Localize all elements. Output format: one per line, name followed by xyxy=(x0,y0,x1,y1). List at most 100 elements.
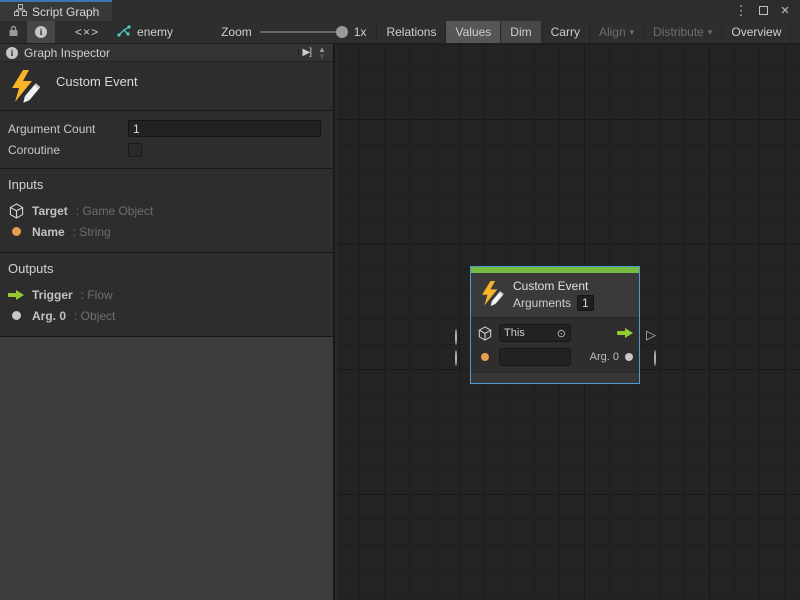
custom-event-node[interactable]: Custom Event Arguments 1 This xyxy=(470,266,640,384)
output-type: : Object xyxy=(74,309,115,323)
input-name: Name xyxy=(32,225,65,239)
maximize-icon xyxy=(759,6,768,15)
graph-hierarchy-icon xyxy=(14,4,27,19)
lock-icon xyxy=(8,25,19,40)
inspector-header-controls: ▶] ▲ ▼ xyxy=(298,46,329,60)
dim-button[interactable]: Dim xyxy=(501,21,541,43)
toolbar-buttons: Relations Values Dim Carry Align ▾ Distr… xyxy=(376,21,800,43)
graph-inspector-title: Graph Inspector xyxy=(24,46,110,60)
inputs-section: Inputs Target : Game Object Name : Strin… xyxy=(0,169,333,253)
carry-button[interactable]: Carry xyxy=(542,21,590,43)
target-object-field[interactable]: This ⊙ xyxy=(499,324,571,342)
outputs-heading: Outputs xyxy=(8,261,325,276)
output-port-trigger[interactable]: ▷ xyxy=(646,328,656,341)
input-type: : String xyxy=(73,225,111,239)
zoom-slider-knob[interactable] xyxy=(336,26,348,38)
event-title: Custom Event xyxy=(56,74,138,89)
distribute-dropdown-button[interactable]: Distribute ▾ xyxy=(644,21,722,43)
flow-arrow-icon xyxy=(8,290,24,300)
zoom-control: Zoom 1x xyxy=(183,21,376,43)
graph-inspector-header: i Graph Inspector ▶] ▲ ▼ xyxy=(0,44,333,62)
window-close-button[interactable]: × xyxy=(776,2,794,19)
node-footer xyxy=(471,372,639,383)
node-arguments: Arguments 1 xyxy=(513,295,594,311)
output-name: Trigger xyxy=(32,288,73,302)
cube-icon xyxy=(477,326,493,341)
window-maximize-button[interactable] xyxy=(754,2,772,19)
zoom-slider[interactable] xyxy=(260,31,346,33)
input-type: : Game Object xyxy=(76,204,153,218)
node-title: Custom Event xyxy=(513,279,594,293)
cube-icon xyxy=(8,203,24,219)
object-picker-icon[interactable]: ⊙ xyxy=(557,327,566,340)
graph-toolbar: i <×> enemy Zoom 1x xyxy=(0,21,800,44)
node-row-arg0: Arg. 0 xyxy=(477,347,633,367)
info-icon: i xyxy=(6,47,18,59)
graph-inspector-toggle-button[interactable]: i xyxy=(27,21,55,43)
output-row-arg0: Arg. 0 : Object xyxy=(8,305,325,326)
coroutine-label: Coroutine xyxy=(8,143,128,157)
graph-inspector-panel: i Graph Inspector ▶] ▲ ▼ xyxy=(0,44,335,600)
script-graph-window: Script Graph ⋮ × i <×> xyxy=(0,0,800,600)
script-graph-asset-icon xyxy=(117,25,131,40)
overview-button[interactable]: Overview xyxy=(722,21,791,43)
event-fields-section: Argument Count Coroutine xyxy=(0,111,333,169)
coroutine-row: Coroutine xyxy=(8,139,321,160)
input-port-target[interactable] xyxy=(455,330,457,344)
input-port-name[interactable] xyxy=(455,351,457,365)
event-title-section: Custom Event xyxy=(0,62,333,111)
node-header[interactable]: Custom Event Arguments 1 xyxy=(471,273,639,317)
toolbar-left-icons: i <×> xyxy=(0,21,107,43)
tab-label: Script Graph xyxy=(32,5,99,19)
distribute-label: Distribute xyxy=(653,25,704,39)
dock-panel-icon[interactable]: ▶] xyxy=(298,47,315,58)
input-row-name: Name : String xyxy=(8,221,325,242)
arrow-down-icon: ▼ xyxy=(318,53,326,60)
zoom-label: Zoom xyxy=(221,25,252,39)
trigger-flow-arrow-icon xyxy=(617,328,633,338)
graph-breadcrumb[interactable]: enemy xyxy=(107,21,183,43)
custom-event-icon xyxy=(8,68,42,109)
tab-bar: Script Graph ⋮ × xyxy=(0,0,800,21)
lock-button[interactable] xyxy=(0,21,27,43)
values-button[interactable]: Values xyxy=(446,21,501,43)
tab-script-graph[interactable]: Script Graph xyxy=(0,0,112,21)
info-icon: i xyxy=(35,26,47,38)
align-dropdown-button[interactable]: Align ▾ xyxy=(590,21,644,43)
outputs-section: Outputs Trigger : Flow Arg. 0 : Object xyxy=(0,253,333,337)
tab-bar-rest: ⋮ × xyxy=(112,0,800,21)
value-port-icon xyxy=(8,311,24,320)
code-brackets-icon: <×> xyxy=(75,25,99,39)
output-row-trigger: Trigger : Flow xyxy=(8,284,325,305)
output-name: Arg. 0 xyxy=(32,309,66,323)
argument-count-input[interactable] xyxy=(128,120,321,137)
zoom-value: 1x xyxy=(354,25,367,39)
custom-event-icon xyxy=(479,279,505,312)
output-port-arg0[interactable] xyxy=(654,351,656,365)
target-value: This xyxy=(504,327,525,339)
name-input-field[interactable] xyxy=(499,348,571,366)
node-body: This ⊙ Arg. 0 xyxy=(471,317,639,372)
chevron-down-icon: ▾ xyxy=(708,27,713,38)
node-titles: Custom Event Arguments 1 xyxy=(513,279,594,311)
arguments-label: Arguments xyxy=(513,296,571,310)
argument-count-row: Argument Count xyxy=(8,118,321,139)
toolbar-spacer xyxy=(55,21,67,43)
graph-canvas[interactable]: Custom Event Arguments 1 This xyxy=(337,44,800,600)
argument-count-label: Argument Count xyxy=(8,122,128,136)
relations-button[interactable]: Relations xyxy=(377,21,446,43)
scroll-spinner[interactable]: ▲ ▼ xyxy=(315,46,329,60)
coroutine-checkbox[interactable] xyxy=(128,143,142,157)
input-row-target: Target : Game Object xyxy=(8,200,325,221)
full-screen-button[interactable]: Full Screen xyxy=(791,21,800,43)
blackboard-toggle-button[interactable]: <×> xyxy=(67,21,107,43)
chevron-down-icon: ▾ xyxy=(630,27,635,38)
input-name: Target xyxy=(32,204,68,218)
graph-name-label: enemy xyxy=(137,25,173,39)
value-port-icon xyxy=(477,353,493,361)
value-port-icon xyxy=(625,353,633,361)
arg0-label: Arg. 0 xyxy=(590,351,619,363)
inputs-heading: Inputs xyxy=(8,177,325,192)
window-menu-button[interactable]: ⋮ xyxy=(732,2,750,19)
arguments-count-field[interactable]: 1 xyxy=(577,295,594,311)
